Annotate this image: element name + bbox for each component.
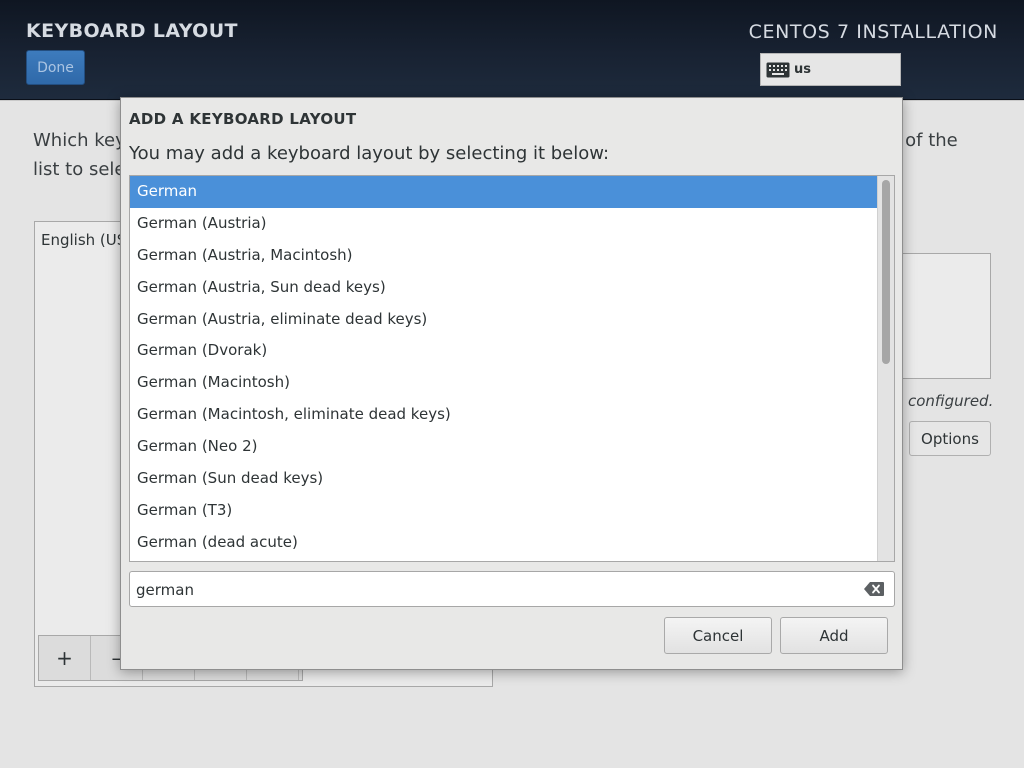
layout-list-frame: German German (Austria) German (Austria, M… xyxy=(129,175,895,562)
layout-switching-list[interactable] xyxy=(903,253,991,379)
scrollbar[interactable] xyxy=(877,176,894,561)
keyboard-icon xyxy=(766,62,790,78)
list-item[interactable]: German xyxy=(130,176,878,208)
search-field[interactable]: german xyxy=(129,571,895,607)
list-item[interactable]: German (T3) xyxy=(130,495,878,527)
dialog-subtitle: You may add a keyboard layout by selecti… xyxy=(129,143,610,164)
dialog-title: ADD A KEYBOARD LAYOUT xyxy=(129,110,357,128)
list-item[interactable]: German (Macintosh) xyxy=(130,367,878,399)
done-button[interactable]: Done xyxy=(26,50,85,85)
add-layout-button[interactable]: + xyxy=(39,636,91,680)
list-item[interactable]: German (Austria) xyxy=(130,208,878,240)
add-keyboard-layout-dialog: ADD A KEYBOARD LAYOUT You may add a keyb… xyxy=(120,97,903,670)
switching-status-text: configured. xyxy=(908,392,994,410)
list-item[interactable]: English (US xyxy=(41,231,126,249)
list-item[interactable]: German (Austria, Macintosh) xyxy=(130,240,878,272)
cancel-button[interactable]: Cancel xyxy=(664,617,772,654)
keyboard-indicator-label: us xyxy=(794,62,811,77)
list-item[interactable]: German (Macintosh, eliminate dead keys) xyxy=(130,399,878,431)
list-item[interactable]: German (Dvorak) xyxy=(130,335,878,367)
list-item[interactable]: German (Austria, eliminate dead keys) xyxy=(130,304,878,336)
add-button[interactable]: Add xyxy=(780,617,888,654)
options-button[interactable]: Options xyxy=(909,421,991,456)
search-input[interactable]: german xyxy=(136,581,194,599)
clear-text-icon[interactable] xyxy=(864,582,884,600)
keyboard-layout-indicator[interactable]: us xyxy=(760,53,901,86)
list-item[interactable]: German (dead acute) xyxy=(130,527,878,559)
installer-title: CENTOS 7 INSTALLATION xyxy=(748,21,998,43)
page-title: KEYBOARD LAYOUT xyxy=(26,20,238,42)
scrollbar-thumb[interactable] xyxy=(882,180,890,364)
list-item[interactable]: German (Sun dead keys) xyxy=(130,463,878,495)
header-bar: KEYBOARD LAYOUT Done CENTOS 7 INSTALLATI… xyxy=(0,0,1024,100)
list-item[interactable]: German (Austria, Sun dead keys) xyxy=(130,272,878,304)
layout-list[interactable]: German German (Austria) German (Austria, M… xyxy=(130,176,878,559)
list-item[interactable]: German (Neo 2) xyxy=(130,431,878,463)
